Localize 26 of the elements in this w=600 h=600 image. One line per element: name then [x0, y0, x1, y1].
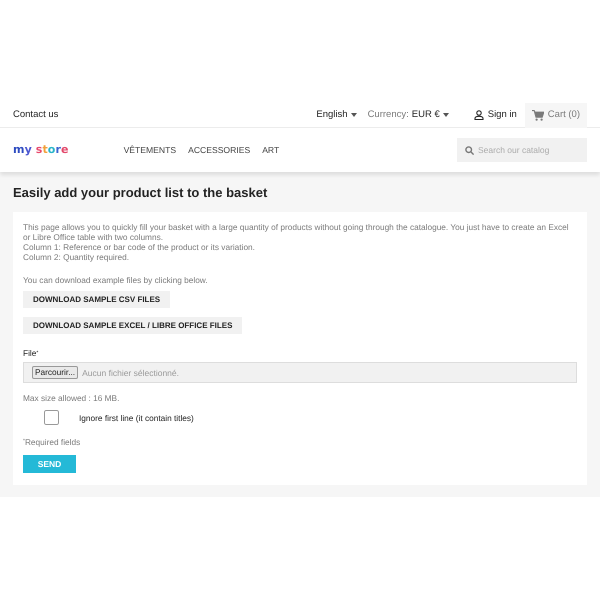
download-hint: You can download example files by clicking below. — [23, 274, 208, 286]
cart-button[interactable]: Cart (0) — [524, 102, 587, 128]
download-button[interactable]: DOWNLOAD SAMPLE CSV FILES — [23, 291, 170, 308]
ignore-first-line-checkbox[interactable] — [44, 410, 59, 426]
sign-in-link[interactable]: Sign in — [474, 108, 517, 122]
caret-icon — [442, 113, 449, 117]
menu-link[interactable]: ACCESSORIES — [188, 144, 250, 156]
menu-link[interactable]: ART — [262, 144, 280, 156]
file-status-text: Aucun fichier sélectionné. — [82, 366, 179, 380]
language-dropdown[interactable]: English — [316, 108, 357, 122]
page-title: Easily add your product list to the basket — [13, 185, 268, 201]
store-logo[interactable]: my store — [13, 142, 69, 158]
max-size-text: Max size allowed : 16 MB. — [23, 392, 120, 405]
cart-icon — [532, 110, 544, 120]
contact-link[interactable]: Contact us — [13, 108, 58, 122]
file-input-field[interactable]: Parcourir... Aucun fichier sélectionné. — [23, 362, 577, 384]
user-icon — [474, 110, 484, 120]
currency-dropdown[interactable]: Currency: EUR € — [368, 108, 449, 122]
search-icon — [465, 146, 474, 154]
checkbox-label: Ignore first line (it contain titles) — [79, 412, 194, 424]
caret-icon — [350, 113, 357, 117]
search-field[interactable]: Search our catalog — [457, 138, 587, 162]
menu-link[interactable]: VÊTEMENTS — [124, 144, 176, 156]
browse-button[interactable]: Parcourir... — [32, 366, 78, 380]
download-button[interactable]: DOWNLOAD SAMPLE EXCEL / LIBRE OFFICE FILES — [23, 317, 242, 334]
intro-text: This page allows you to quickly fill your basket with a large quantity of products without going through the catalogue. You just have to create an Excel or Libre Office table with two columns. Column 1: Reference or bar code of the product or its variation. Column 2: Quantity required. — [23, 222, 570, 262]
